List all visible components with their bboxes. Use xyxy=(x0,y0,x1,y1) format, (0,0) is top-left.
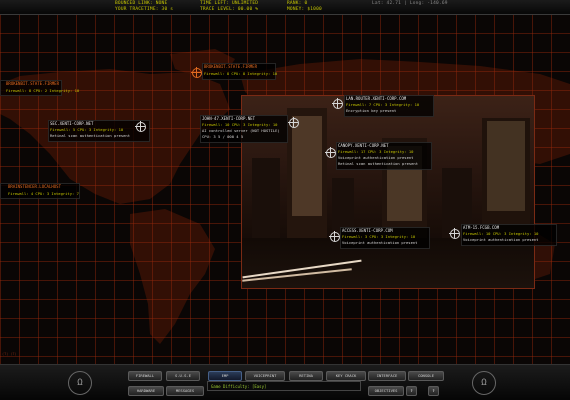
node-target-icon[interactable] xyxy=(191,67,202,78)
interface-button[interactable]: INTERFACE xyxy=(368,371,406,381)
time-left-label: TIME LEFT: UNLIMITED xyxy=(200,1,259,6)
node-target-icon[interactable] xyxy=(329,231,340,242)
console-button[interactable]: CONSOLE xyxy=(408,371,444,381)
game-logo-icon: Ω xyxy=(68,371,92,395)
node-target-icon[interactable] xyxy=(135,121,146,132)
bounced-link-label: BOUNCED LINK: NONE xyxy=(115,1,168,6)
node-target-icon[interactable] xyxy=(449,228,460,239)
rank-label: RANK: 0 xyxy=(287,1,308,6)
node-target-icon[interactable] xyxy=(332,98,343,109)
objectives-button[interactable]: OBJECTIVES xyxy=(368,386,404,396)
message-field: Game Difficulty: [Easy] xyxy=(207,381,361,391)
help-button-alt[interactable]: ? xyxy=(428,386,439,396)
help-button[interactable]: ? xyxy=(406,386,417,396)
node-target-icon[interactable] xyxy=(288,117,299,128)
coordinates-readout: Lat: 42.71 | Long: -140.69 xyxy=(372,1,448,6)
messages-button[interactable]: MESSAGES xyxy=(166,386,204,396)
map-side-label: (T) (T) xyxy=(2,352,17,356)
top-status-bar: BOUNCED LINK: NONE YOUR TRACETIME: 30 s … xyxy=(0,0,570,15)
game-screen: BOUNCED LINK: NONE YOUR TRACETIME: 30 s … xyxy=(0,0,570,400)
trace-speed-label: YOUR TRACETIME: 30 s xyxy=(115,7,174,12)
node-target-icon[interactable] xyxy=(325,147,336,158)
key-crack-button[interactable]: KEY CRACK xyxy=(326,371,366,381)
voiceprint-button[interactable]: VOICEPRINT xyxy=(245,371,285,381)
trace-level-label: TRACE LEVEL: 00.00 % xyxy=(200,7,259,12)
emp-button[interactable]: EMP xyxy=(208,371,242,381)
retina-button[interactable]: RETINA xyxy=(289,371,323,381)
game-logo-icon: Ω xyxy=(472,371,496,395)
suse-button[interactable]: S.U.S.E xyxy=(166,371,200,381)
hardware-button[interactable]: HARDWARE xyxy=(128,386,164,396)
money-label: MONEY: $1000 xyxy=(287,7,322,12)
firewall-button[interactable]: FIREWALL xyxy=(128,371,162,381)
